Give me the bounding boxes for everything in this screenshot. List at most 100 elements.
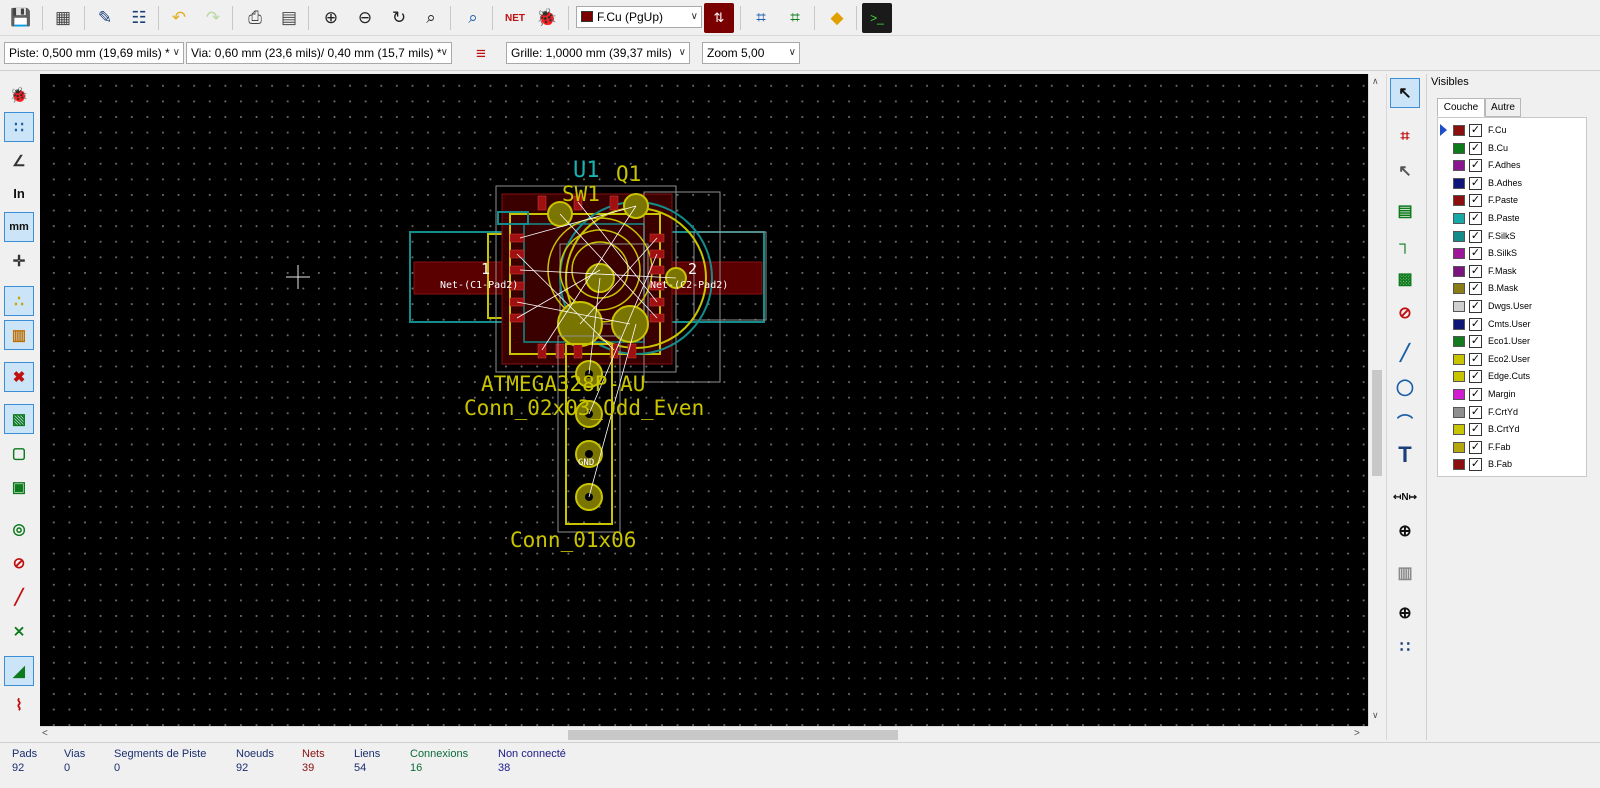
layer-visibility-checkbox[interactable]: ✓ — [1469, 212, 1482, 225]
console-icon[interactable]: >_ — [862, 3, 892, 33]
print-icon[interactable]: ⎙ — [240, 3, 270, 33]
layer-color-swatch[interactable] — [1453, 265, 1465, 277]
layer-row[interactable]: ✓ F.Fab — [1438, 439, 1586, 457]
drc-icon[interactable]: 🐞 — [532, 3, 562, 33]
track-width-select[interactable]: Piste: 0,500 mm (19,69 mils) * ∨ — [4, 42, 184, 64]
add-circle-icon[interactable]: ◯ — [1390, 372, 1420, 402]
via-sketch-icon[interactable]: ⊘ — [4, 548, 34, 578]
zoom-redraw-icon[interactable]: ↻ — [384, 3, 414, 33]
value-conn-odd-even[interactable]: Conn_02x03_Odd_Even — [464, 396, 704, 420]
layer-visibility-checkbox[interactable]: ✓ — [1469, 458, 1482, 472]
layer-color-swatch[interactable] — [1453, 125, 1465, 136]
units-inch-icon[interactable]: In — [4, 178, 34, 208]
undo-icon[interactable]: ↶ — [164, 3, 194, 33]
zone-fill-icon[interactable]: ▧ — [4, 404, 34, 434]
layer-select[interactable]: F.Cu (PgUp) ∨ — [576, 6, 702, 28]
via-size-select[interactable]: Via: 0,60 mm (23,6 mils)/ 0,40 mm (15,7 … — [186, 42, 452, 64]
plot-icon[interactable]: ▤ — [274, 3, 304, 33]
layer-row[interactable]: ✓ F.SilkS — [1438, 228, 1586, 246]
add-keepout-icon[interactable]: ⊘ — [1390, 298, 1420, 328]
layer-row[interactable]: ✓ B.Cu — [1438, 140, 1586, 158]
find-icon[interactable]: ⌕ — [458, 3, 488, 33]
ref-sw1[interactable]: SW1 — [562, 182, 600, 206]
layers-manager-icon[interactable]: ◢ — [4, 656, 34, 686]
layer-color-swatch[interactable] — [1453, 459, 1465, 471]
layer-row[interactable]: ✓ B.Fab — [1438, 456, 1586, 474]
layer-row[interactable]: ✓ Margin — [1438, 386, 1586, 404]
layer-visibility-checkbox[interactable]: ✓ — [1469, 352, 1482, 366]
zone-sketch-icon[interactable]: ▣ — [4, 472, 34, 502]
layer-visibility-checkbox[interactable]: ✓ — [1469, 141, 1482, 155]
layer-row[interactable]: ✓ B.Mask — [1438, 280, 1586, 298]
layer-color-swatch[interactable] — [1453, 283, 1465, 295]
layer-visibility-checkbox[interactable]: ✓ — [1469, 176, 1482, 190]
tab-other[interactable]: Autre — [1485, 98, 1521, 117]
layer-color-swatch[interactable] — [1453, 389, 1465, 400]
layer-visibility-checkbox[interactable]: ✓ — [1469, 300, 1482, 313]
footprint-editor-icon[interactable]: ✎ — [90, 3, 120, 33]
python-scripting-icon[interactable]: ◆ — [822, 3, 852, 33]
layer-color-swatch[interactable] — [1453, 318, 1465, 330]
pad-sketch-icon[interactable]: ◎ — [4, 514, 34, 544]
vertical-scrollbar[interactable]: ∧ ∨ — [1368, 74, 1384, 726]
layer-row[interactable]: ✓ F.CrtYd — [1438, 404, 1586, 422]
zoom-out-icon[interactable]: ⊖ — [350, 3, 380, 33]
horizontal-scroll-thumb[interactable] — [568, 730, 898, 740]
layer-row[interactable]: ✓ B.Paste — [1438, 210, 1586, 228]
add-text-icon[interactable]: T — [1390, 440, 1420, 470]
layer-visibility-checkbox[interactable]: ✓ — [1469, 405, 1482, 419]
layer-visibility-checkbox[interactable]: ✓ — [1469, 388, 1482, 401]
ratsnest-toggle-icon[interactable]: ∴ — [4, 286, 34, 316]
scroll-up-icon[interactable]: ∧ — [1372, 76, 1379, 87]
layer-row[interactable]: ✓ Dwgs.User — [1438, 298, 1586, 316]
scroll-right-icon[interactable]: > — [1354, 728, 1360, 739]
layer-color-swatch[interactable] — [1453, 441, 1465, 453]
route-track-icon[interactable]: ┐ — [1390, 230, 1420, 260]
add-dimension-icon[interactable]: ↤N↦ — [1390, 482, 1420, 512]
add-footprint-icon[interactable]: ▤ — [1390, 196, 1420, 226]
cursor-shape-icon[interactable]: ✛ — [4, 246, 34, 276]
ref-u1[interactable]: U1 — [573, 158, 600, 183]
add-via-icon[interactable]: ▩ — [1390, 264, 1420, 294]
ref-q1[interactable]: Q1 — [616, 162, 641, 186]
layer-color-swatch[interactable] — [1453, 301, 1465, 312]
layer-color-swatch[interactable] — [1453, 160, 1465, 172]
layer-row[interactable]: ✓ B.Adhes — [1438, 175, 1586, 193]
high-contrast-icon[interactable]: ⨯ — [4, 616, 34, 646]
microwave-tools-icon[interactable]: ⌇ — [4, 690, 34, 720]
auto-track-width-icon[interactable]: ≡ — [466, 39, 496, 69]
layer-color-swatch[interactable] — [1453, 248, 1465, 260]
add-target-icon[interactable]: ⊕ — [1390, 516, 1420, 546]
layer-visibility-checkbox[interactable]: ✓ — [1469, 440, 1482, 454]
layer-row[interactable]: ✓ F.Adhes — [1438, 157, 1586, 175]
layer-visibility-checkbox[interactable]: ✓ — [1469, 423, 1482, 437]
footprint-viewer-icon[interactable]: ☷ — [124, 3, 154, 33]
layer-visibility-checkbox[interactable]: ✓ — [1469, 124, 1482, 137]
redo-icon[interactable]: ↷ — [198, 3, 228, 33]
layer-row[interactable]: ✓ Eco2.User — [1438, 351, 1586, 369]
grid-origin-icon[interactable]: ∷ — [1390, 632, 1420, 662]
layer-pair-icon[interactable]: ⇅ — [704, 3, 734, 33]
value-atmega[interactable]: ATMEGA328P-AU — [481, 372, 645, 396]
polar-coords-icon[interactable]: ∠ — [4, 146, 34, 176]
add-arc-icon[interactable]: ⌒ — [1390, 406, 1420, 436]
auto-delete-track-icon[interactable]: ✖ — [4, 362, 34, 392]
layer-row[interactable]: ✓ B.CrtYd — [1438, 421, 1586, 439]
layer-row[interactable]: ✓ F.Mask — [1438, 263, 1586, 281]
zone-outline-icon[interactable]: ▢ — [4, 438, 34, 468]
layer-color-swatch[interactable] — [1453, 406, 1465, 418]
netlist-icon[interactable]: NET — [500, 3, 530, 33]
local-ratsnest-icon[interactable]: ↖ — [1390, 156, 1420, 186]
add-line-icon[interactable]: ╱ — [1390, 338, 1420, 368]
layer-color-swatch[interactable] — [1453, 424, 1465, 436]
layer-color-swatch[interactable] — [1453, 336, 1465, 348]
layer-row[interactable]: ✓ Cmts.User — [1438, 316, 1586, 334]
value-conn6[interactable]: Conn_01x06 — [510, 528, 636, 552]
layer-visibility-checkbox[interactable]: ✓ — [1469, 159, 1482, 173]
grid-toggle-icon[interactable]: ∷ — [4, 112, 34, 142]
set-origin-icon[interactable]: ⊕ — [1390, 598, 1420, 628]
zoom-in-icon[interactable]: ⊕ — [316, 3, 346, 33]
autoplace-icon[interactable]: ⌗ — [746, 3, 776, 33]
units-mm-icon[interactable]: mm — [4, 212, 34, 242]
save-icon[interactable]: 💾 — [6, 3, 36, 33]
